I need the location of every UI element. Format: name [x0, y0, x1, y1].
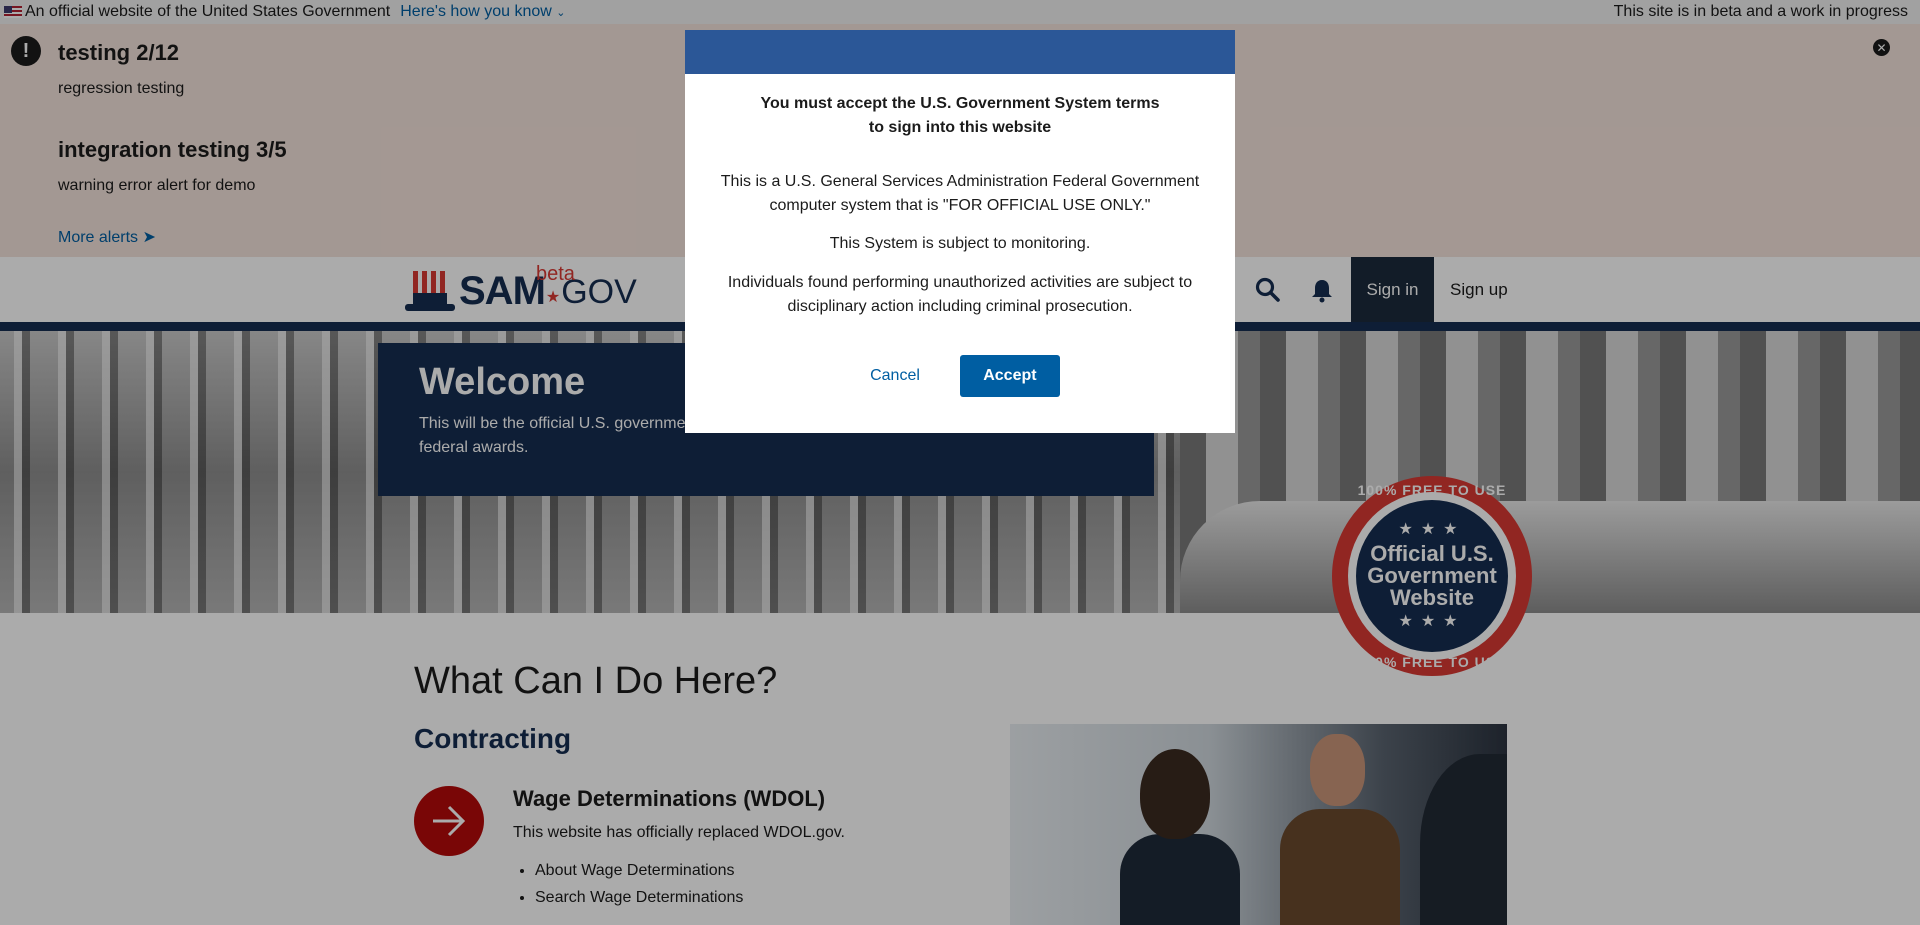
modal-paragraph-1-line-1: This is a U.S. General Services Administ… [720, 173, 1200, 190]
modal-paragraph-1-line-2: computer system that is "FOR OFFICIAL US… [769, 197, 1151, 214]
cancel-button[interactable]: Cancel [860, 367, 930, 385]
terms-modal: You must accept the U.S. Government Syst… [685, 30, 1235, 433]
modal-paragraph-1: This is a U.S. General Services Administ… [705, 170, 1215, 218]
modal-title-line-1: You must accept the U.S. Government Syst… [760, 95, 1160, 112]
modal-paragraph-2: This System is subject to monitoring. [829, 235, 1091, 252]
modal-paragraph-3-line-2: disciplinary action including criminal p… [787, 298, 1133, 315]
modal-title-line-2: to sign into this website [868, 119, 1052, 136]
modal-paragraph-3: Individuals found performing unauthorize… [705, 271, 1215, 319]
modal-actions: Cancel Accept [685, 355, 1235, 397]
modal-header [685, 30, 1235, 74]
accept-button[interactable]: Accept [959, 355, 1060, 397]
modal-title: You must accept the U.S. Government Syst… [705, 92, 1215, 140]
modal-paragraph-3-line-1: Individuals found performing unauthorize… [727, 274, 1193, 291]
